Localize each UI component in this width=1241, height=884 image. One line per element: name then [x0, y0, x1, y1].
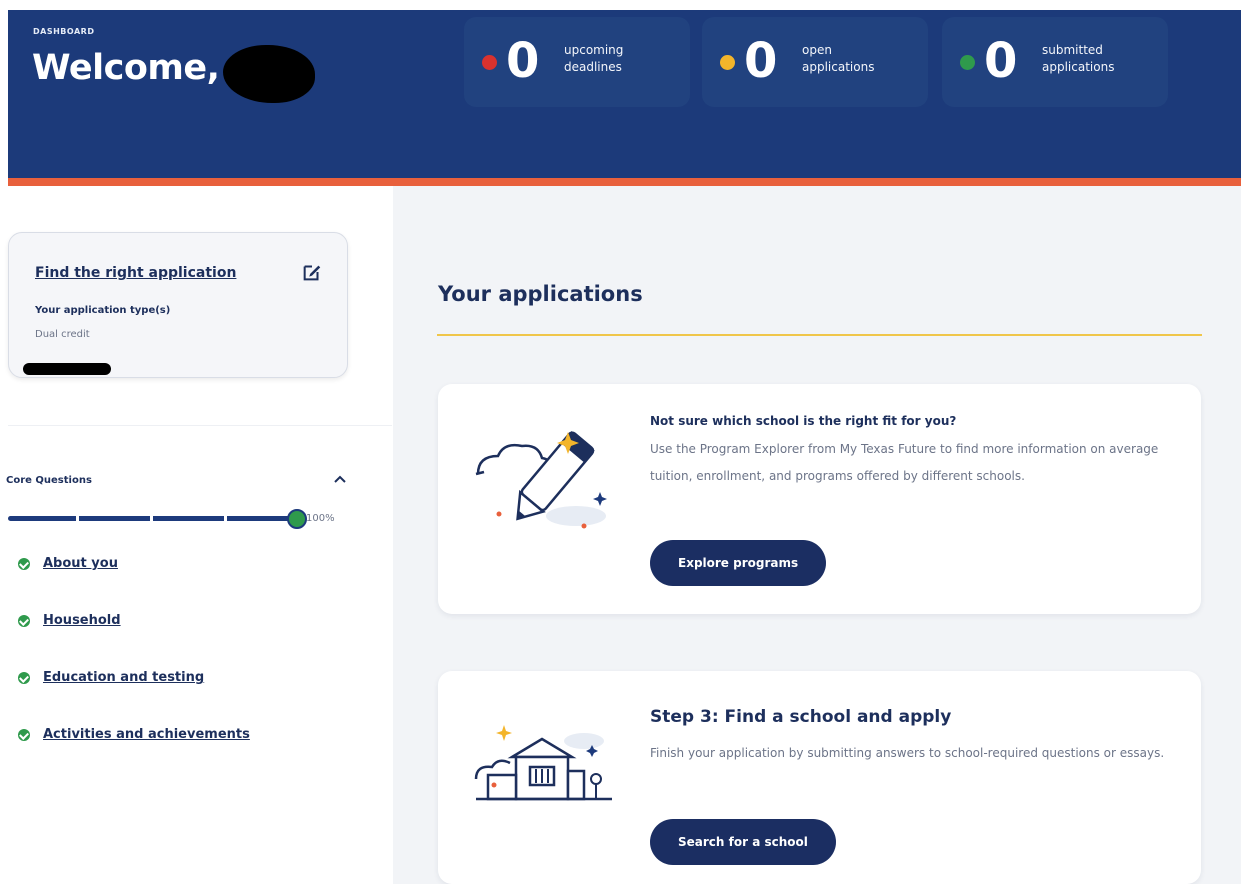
stat-value: 0: [744, 33, 778, 89]
search-for-school-button[interactable]: Search for a school: [650, 819, 836, 865]
chevron-up-icon[interactable]: [332, 472, 348, 488]
redacted-text: [23, 363, 111, 375]
check-circle-icon: [18, 557, 30, 570]
alert-dot-icon: [482, 55, 497, 70]
progress-tick: [150, 515, 153, 522]
check-circle-icon: [18, 614, 30, 627]
stat-submitted-applications[interactable]: 0 submitted applications: [942, 17, 1168, 107]
sidebar-item-education-and-testing[interactable]: Education and testing: [18, 670, 204, 685]
card-description: Use the Program Explorer from My Texas F…: [650, 442, 1159, 483]
sidebar-item-activities-and-achievements[interactable]: Activities and achievements: [18, 727, 250, 742]
welcome-heading: Welcome,: [32, 48, 220, 88]
progress-percent: 100%: [306, 513, 335, 524]
check-circle-icon: [18, 728, 30, 741]
stat-open-applications[interactable]: 0 open applications: [702, 17, 928, 107]
explore-programs-button[interactable]: Explore programs: [650, 540, 827, 586]
stat-upcoming-deadlines[interactable]: 0 upcoming deadlines: [464, 17, 690, 107]
program-explorer-card: Not sure which school is the right fit f…: [438, 384, 1201, 614]
school-building-illustration-icon: [474, 725, 612, 801]
core-questions-progress-bar: [8, 515, 298, 522]
sidebar-item-label[interactable]: About you: [43, 556, 118, 571]
edit-icon[interactable]: [301, 261, 323, 283]
pencil-illustration-icon: [475, 431, 607, 529]
stat-label-line: deadlines: [564, 60, 622, 74]
stat-label-line: upcoming: [564, 43, 624, 57]
stat-value: 0: [984, 33, 1018, 89]
progress-complete-check-icon: [287, 509, 307, 529]
card-heading: Not sure which school is the right fit f…: [650, 414, 957, 428]
application-finder-card: Find the right application Your applicat…: [8, 232, 348, 378]
section-divider: [437, 334, 1202, 336]
core-questions-title: Core Questions: [6, 475, 92, 486]
sidebar-item-label[interactable]: Activities and achievements: [43, 727, 250, 742]
stat-label-line: applications: [802, 60, 875, 74]
stat-label-line: applications: [1042, 60, 1115, 74]
sidebar-divider: [8, 425, 392, 426]
page-title: Your applications: [438, 282, 643, 306]
stat-label: submitted applications: [1042, 42, 1152, 76]
stat-label-line: submitted: [1042, 43, 1103, 57]
application-type-value: Dual credit: [35, 329, 90, 340]
page-eyebrow: DASHBOARD: [33, 27, 95, 36]
sidebar-item-label[interactable]: Household: [43, 613, 121, 628]
sidebar-item-household[interactable]: Household: [18, 613, 121, 628]
progress-tick: [76, 515, 79, 522]
find-application-link[interactable]: Find the right application: [35, 265, 236, 281]
stat-value: 0: [506, 33, 540, 89]
sidebar-item-label[interactable]: Education and testing: [43, 670, 204, 685]
stat-label: open applications: [802, 42, 912, 76]
warning-dot-icon: [720, 55, 735, 70]
check-circle-icon: [18, 671, 30, 684]
progress-tick: [224, 515, 227, 522]
header-accent-stripe: [8, 178, 1241, 186]
sidebar-item-about-you[interactable]: About you: [18, 556, 118, 571]
success-dot-icon: [960, 55, 975, 70]
stat-label: upcoming deadlines: [564, 42, 674, 76]
stat-label-line: open: [802, 43, 832, 57]
find-school-card: Step 3: Find a school and apply Finish y…: [438, 671, 1201, 884]
application-type-label: Your application type(s): [35, 305, 171, 316]
card-description: Finish your application by submitting an…: [650, 746, 1165, 760]
card-heading: Step 3: Find a school and apply: [650, 707, 952, 727]
